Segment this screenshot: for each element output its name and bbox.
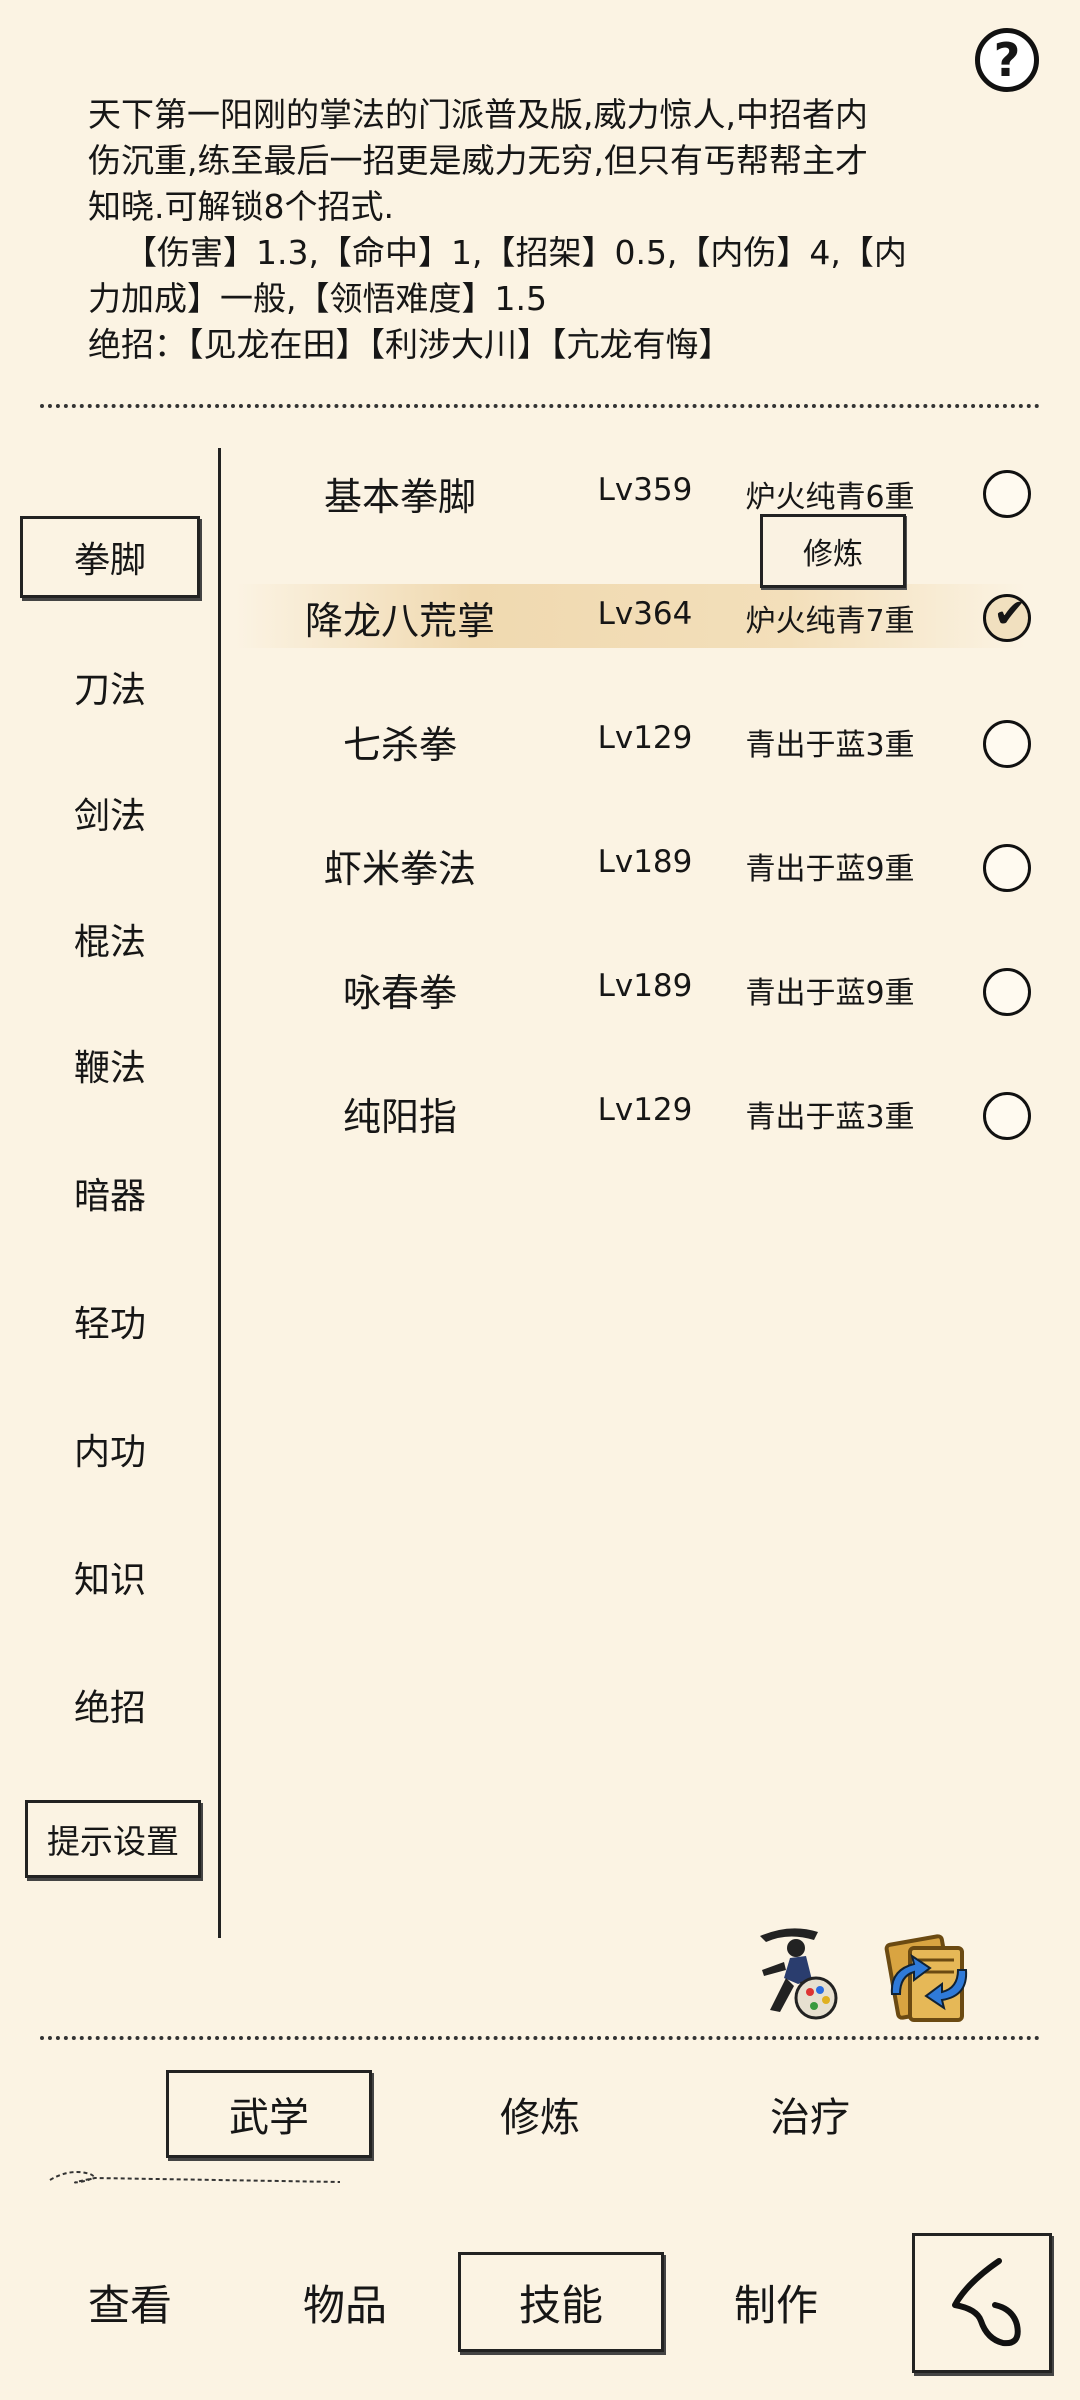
skill-level: Lv129: [597, 720, 693, 756]
skill-select-radio[interactable]: [983, 844, 1031, 892]
back-button[interactable]: [912, 2233, 1052, 2373]
skill-level: Lv359: [597, 472, 693, 508]
category-daofa[interactable]: 刀法: [20, 646, 200, 728]
skill-name[interactable]: 咏春拳: [250, 962, 550, 1017]
skill-name[interactable]: 纯阳指: [250, 1086, 550, 1141]
skill-tier: 炉火纯青6重: [745, 480, 915, 515]
train-button[interactable]: 修炼: [760, 514, 906, 588]
skill-level: Lv129: [597, 1092, 693, 1128]
bottom-dotted-divider: [40, 2036, 1040, 2040]
skill-select-radio[interactable]: [983, 1092, 1031, 1140]
description-line: 天下第一阳刚的掌法的门派普及版,威力惊人,中招者内: [88, 95, 868, 134]
category-jianfa[interactable]: 剑法: [20, 772, 200, 854]
category-neigong[interactable]: 内功: [20, 1408, 200, 1490]
checkmark-icon: ✔: [993, 591, 1027, 637]
skill-tier: 青出于蓝3重: [745, 728, 915, 763]
skill-select-radio[interactable]: [983, 968, 1031, 1016]
skill-tier: 青出于蓝9重: [745, 976, 915, 1011]
nav-jineng[interactable]: 技能: [458, 2252, 664, 2352]
category-juezhao[interactable]: 绝招: [20, 1664, 200, 1746]
category-divider: [218, 448, 221, 1938]
category-gunfa[interactable]: 棍法: [20, 898, 200, 980]
category-zhishi[interactable]: 知识: [20, 1536, 200, 1618]
category-bianfa[interactable]: 鞭法: [20, 1024, 200, 1106]
skill-name[interactable]: 七杀拳: [250, 714, 550, 769]
skill-select-radio[interactable]: [983, 720, 1031, 768]
back-arrow-icon: [952, 2258, 1021, 2347]
skill-tier: 青出于蓝3重: [745, 1100, 915, 1135]
skill-level: Lv189: [597, 968, 693, 1004]
description-line: 知晓.可解锁8个招式.: [88, 187, 394, 226]
tab-wuxue[interactable]: 武学: [166, 2070, 372, 2158]
hint-settings-button[interactable]: 提示设置: [25, 1800, 201, 1878]
decorative-brush-stroke: [49, 2171, 340, 2184]
category-anqi[interactable]: 暗器: [20, 1152, 200, 1234]
tab-xiulian[interactable]: 修炼: [440, 2070, 640, 2158]
skill-tier: 青出于蓝9重: [745, 852, 915, 887]
tab-zhiliao[interactable]: 治疗: [710, 2070, 910, 2158]
skill-tier: 炉火纯青7重: [745, 604, 915, 639]
skill-name[interactable]: 基本拳脚: [250, 466, 550, 521]
top-dotted-divider: [40, 404, 1040, 408]
skill-name[interactable]: 虾米拳法: [250, 838, 550, 893]
martial-art-style-icon[interactable]: [740, 1918, 848, 2028]
category-qinggong[interactable]: 轻功: [20, 1280, 200, 1362]
description-line: 伤沉重,练至最后一招更是威力无穷,但只有丐帮帮主才: [88, 141, 868, 180]
category-quanjiao[interactable]: 拳脚: [20, 516, 200, 598]
skill-name[interactable]: 降龙八荒掌: [250, 590, 550, 645]
nav-chakan[interactable]: 查看: [30, 2252, 230, 2352]
description-line: 绝招：【见龙在田】【利涉大川】【亢龙有悔】: [88, 325, 732, 364]
skill-level: Lv364: [597, 596, 693, 632]
skill-select-radio[interactable]: [983, 470, 1031, 518]
help-button[interactable]: ?: [975, 28, 1039, 92]
skill-level: Lv189: [597, 844, 693, 880]
nav-zhizuo[interactable]: 制作: [676, 2252, 876, 2352]
nav-wupin[interactable]: 物品: [245, 2252, 445, 2352]
description-line: 力加成】一般,【领悟难度】1.5: [88, 279, 547, 318]
book-swap-icon[interactable]: [878, 1930, 978, 2030]
skill-description: 天下第一阳刚的掌法的门派普及版,威力惊人,中招者内 伤沉重,练至最后一招更是威力…: [88, 92, 1008, 368]
question-icon: ?: [993, 33, 1021, 87]
description-line: 【伤害】1.3,【命中】1,【招架】0.5,【内伤】4,【内: [124, 233, 907, 272]
